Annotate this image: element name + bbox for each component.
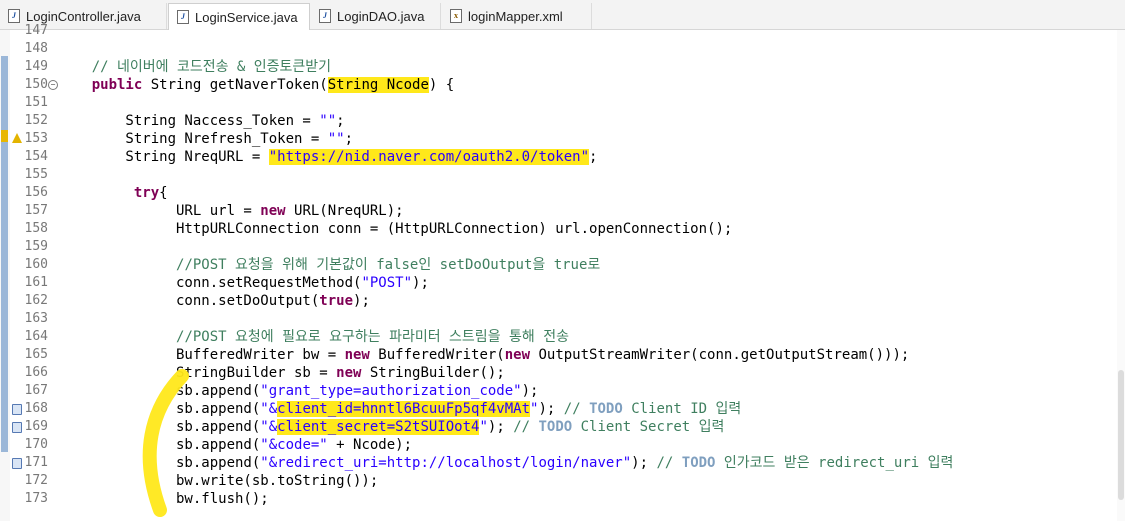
code-line[interactable]: //POST 요청을 위해 기본값이 false인 setDoOutput을 t… — [58, 256, 600, 274]
tab-login-service[interactable]: J LoginService.java — [168, 3, 310, 30]
editor-tab-bar: J LoginController.java J LoginService.ja… — [0, 0, 1125, 30]
line-number: 157 — [24, 203, 48, 218]
line-number: 173 — [24, 491, 48, 506]
code-line[interactable]: sb.append("&client_id=hnntl6BcuuFp5qf4vM… — [58, 400, 741, 418]
tab-label: LoginDAO.java — [337, 8, 425, 24]
code-line[interactable]: StringBuilder sb = new StringBuilder(); — [58, 364, 505, 382]
line-number: 163 — [24, 311, 48, 326]
line-number: 158 — [24, 221, 48, 236]
code-line[interactable]: try{ — [58, 184, 168, 202]
code-line[interactable]: String Naccess_Token = ""; — [58, 112, 344, 130]
line-number-gutter[interactable]: 147 148 149 150 − 151 152 153 154 155 15… — [10, 23, 58, 521]
java-file-icon: J — [177, 10, 189, 24]
code-line[interactable]: //POST 요청에 필요로 요구하는 파라미터 스트림을 통해 전송 — [58, 328, 569, 346]
line-number: 171 — [24, 455, 48, 470]
java-file-icon: J — [319, 9, 331, 23]
line-number: 166 — [24, 365, 48, 380]
line-number: 164 — [24, 329, 48, 344]
ruler-warning-marker[interactable] — [1, 130, 8, 142]
line-number: 152 — [24, 113, 48, 128]
line-number: 150 — [24, 77, 48, 92]
line-number: 148 — [24, 41, 48, 56]
line-number: 162 — [24, 293, 48, 308]
vertical-scrollbar[interactable] — [1117, 30, 1125, 521]
line-number: 155 — [24, 167, 48, 182]
code-line[interactable]: conn.setDoOutput(true); — [58, 292, 370, 310]
line-number: 172 — [24, 473, 48, 488]
line-number: 159 — [24, 239, 48, 254]
code-line[interactable]: bw.write(sb.toString()); — [58, 472, 378, 490]
code-editor[interactable]: // 네이버에 코드전송 & 인증토큰받기 public String getN… — [58, 30, 1125, 521]
line-number: 147 — [24, 23, 48, 38]
xml-file-icon: x — [450, 9, 462, 23]
code-line[interactable]: HttpURLConnection conn = (HttpURLConnect… — [58, 220, 732, 238]
code-line[interactable]: public String getNaverToken(String Ncode… — [58, 76, 454, 94]
line-number: 153 — [24, 131, 48, 146]
tab-login-dao[interactable]: J LoginDAO.java — [311, 3, 441, 29]
line-number: 167 — [24, 383, 48, 398]
line-number: 156 — [24, 185, 48, 200]
code-line[interactable]: String NreqURL = "https://nid.naver.com/… — [58, 148, 597, 166]
ruler-range-marker — [1, 56, 8, 452]
code-line[interactable]: conn.setRequestMethod("POST"); — [58, 274, 429, 292]
line-number: 165 — [24, 347, 48, 362]
line-number: 169 — [24, 419, 48, 434]
line-number: 161 — [24, 275, 48, 290]
code-line[interactable]: // 네이버에 코드전송 & 인증토큰받기 — [58, 58, 331, 76]
line-number: 170 — [24, 437, 48, 452]
tab-label: loginMapper.xml — [468, 8, 563, 24]
line-number: 149 — [24, 59, 48, 74]
code-line[interactable]: bw.flush(); — [58, 490, 269, 508]
tab-label: LoginService.java — [195, 9, 298, 25]
line-number: 168 — [24, 401, 48, 416]
fold-collapse-icon[interactable]: − — [48, 80, 58, 90]
tab-login-mapper[interactable]: x loginMapper.xml — [442, 3, 592, 29]
line-number: 154 — [24, 149, 48, 164]
line-number: 160 — [24, 257, 48, 272]
java-file-icon: J — [8, 9, 20, 23]
overview-ruler[interactable] — [0, 30, 10, 521]
code-line[interactable]: BufferedWriter bw = new BufferedWriter(n… — [58, 346, 909, 364]
code-line[interactable]: sb.append("&client_secret=S2tSUIOot4"); … — [58, 418, 724, 436]
scrollbar-thumb[interactable] — [1118, 370, 1124, 500]
code-line[interactable]: sb.append("&redirect_uri=http://localhos… — [58, 454, 953, 472]
code-line[interactable]: URL url = new URL(NreqURL); — [58, 202, 404, 220]
code-line[interactable]: sb.append("&code=" + Ncode); — [58, 436, 412, 454]
code-line[interactable]: sb.append("grant_type=authorization_code… — [58, 382, 538, 400]
code-line[interactable]: String Nrefresh_Token = ""; — [58, 130, 353, 148]
line-number: 151 — [24, 95, 48, 110]
